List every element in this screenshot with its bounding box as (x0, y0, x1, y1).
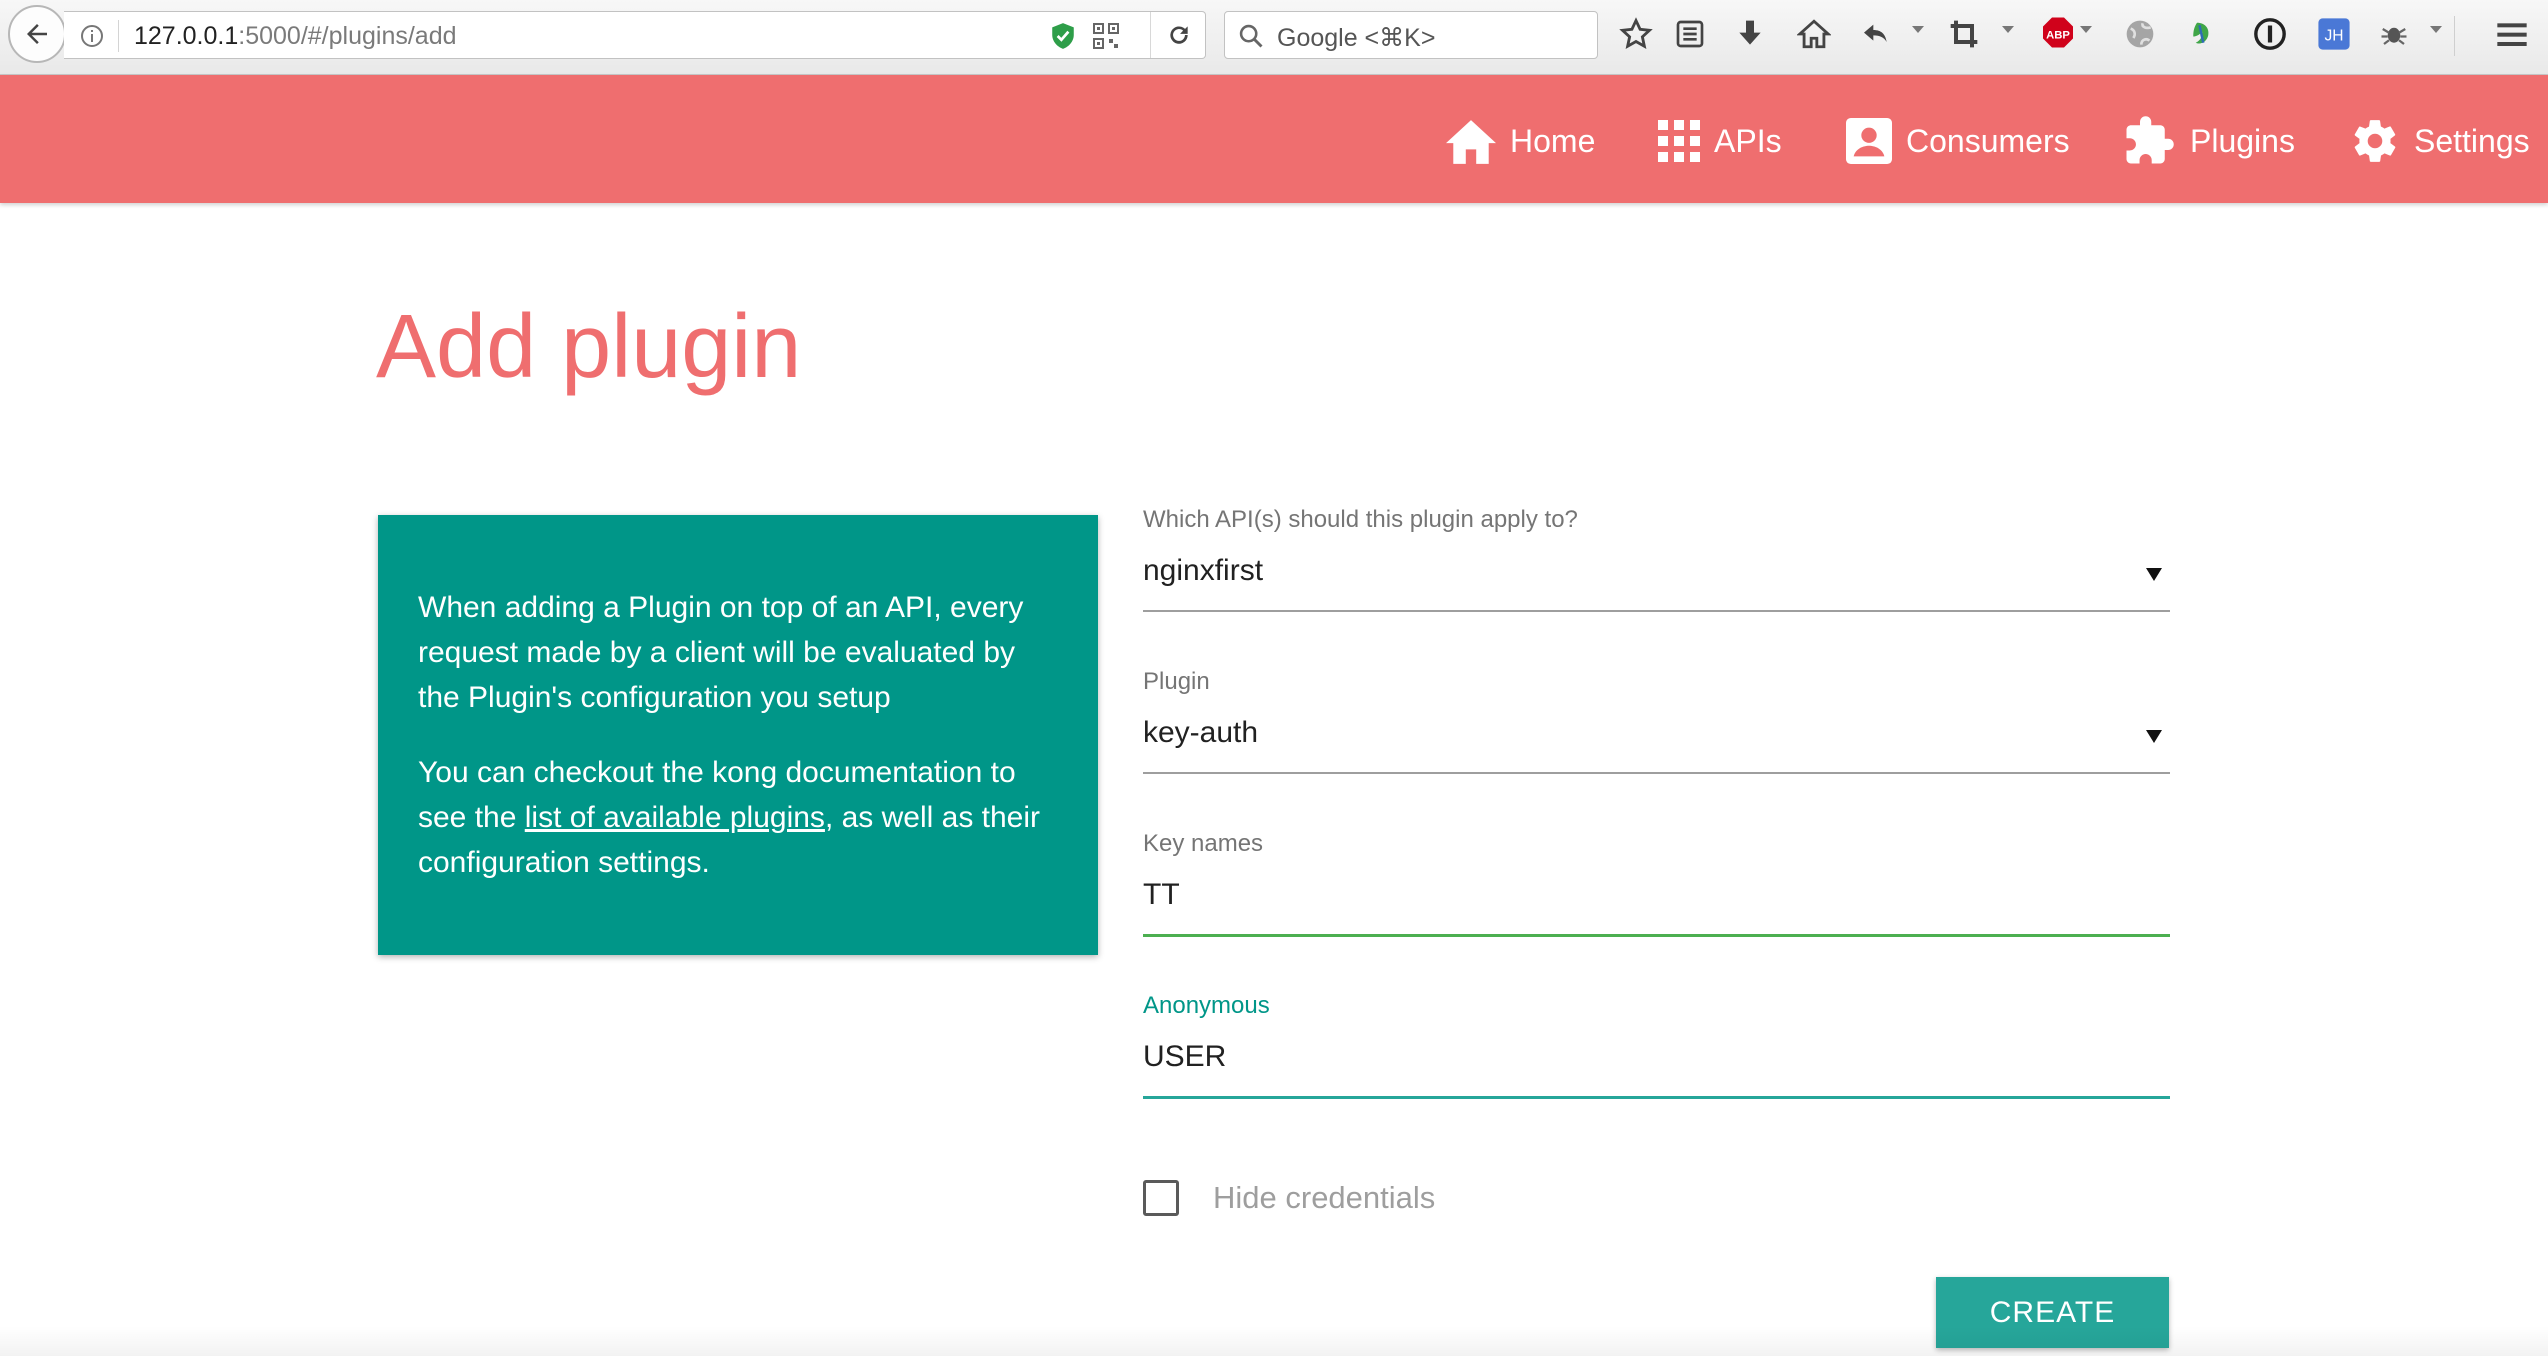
anonymous-label: Anonymous (1143, 992, 1270, 1019)
download-icon[interactable] (1730, 14, 1770, 54)
search-placeholder: Google <⌘K> (1277, 24, 1436, 52)
info-card: When adding a Plugin on top of an API, e… (378, 515, 1098, 955)
hide-credentials-checkbox[interactable] (1143, 1180, 1179, 1216)
back-arrow-icon (27, 24, 47, 44)
url-separator (118, 20, 119, 52)
reload-icon (1170, 26, 1188, 44)
crop-icon[interactable] (1944, 14, 1984, 54)
jh-extension-icon[interactable]: JH (2314, 14, 2354, 54)
search-icon (1239, 24, 1263, 48)
browser-toolbar: 127.0.0.1:5000/#/plugins/add Google <⌘K> (0, 0, 2548, 75)
nav-plugins[interactable]: Plugins (2122, 113, 2295, 169)
plugin-select-value[interactable]: key-auth (1143, 716, 1258, 750)
key-names-label: Key names (1143, 830, 1264, 857)
menu-icon[interactable] (2492, 14, 2532, 54)
undo-icon[interactable] (1856, 14, 1896, 54)
nav-apis[interactable]: APIs (1658, 113, 1782, 169)
nav-plugins-label: Plugins (2190, 122, 2295, 159)
home-icon[interactable] (1794, 14, 1834, 54)
page-bottom-shade (0, 1326, 2548, 1356)
nav-apis-label: APIs (1714, 122, 1782, 159)
back-button[interactable] (8, 5, 66, 63)
reading-list-icon[interactable] (1670, 14, 1710, 54)
api-select-label: Which API(s) should this plugin apply to… (1143, 506, 1578, 533)
plugin-select-label: Plugin (1143, 668, 1210, 695)
globe-icon[interactable] (2120, 14, 2160, 54)
nav-settings-label: Settings (2414, 122, 2530, 159)
api-select-value[interactable]: nginxfirst (1143, 554, 1263, 588)
reload-button[interactable] (1150, 12, 1207, 58)
gear-icon (2354, 120, 2396, 162)
bug-icon[interactable] (2374, 14, 2414, 54)
url-text[interactable]: 127.0.0.1:5000/#/plugins/add (134, 22, 457, 51)
info-paragraph-1: When adding a Plugin on top of an API, e… (418, 591, 1024, 714)
grid-icon (1658, 120, 1700, 162)
password-icon[interactable] (2250, 14, 2290, 54)
shield-icon[interactable] (1050, 22, 1076, 50)
anonymous-underline (1143, 1096, 2170, 1099)
adblock-icon[interactable]: ABP (2038, 14, 2078, 54)
anonymous-field[interactable]: Anonymous USER (1143, 992, 2170, 1112)
info-paragraph-2: You can checkout the kong documentation … (418, 750, 1060, 885)
key-names-input[interactable]: TT (1143, 878, 1180, 912)
nav-home[interactable]: Home (1446, 113, 1595, 169)
undo-menu-icon[interactable] (1912, 26, 1924, 33)
hide-credentials-label[interactable]: Hide credentials (1213, 1180, 1435, 1216)
page-title: Add plugin (376, 297, 802, 397)
nav-consumers-label: Consumers (1906, 122, 2070, 159)
nav-settings[interactable]: Settings (2350, 113, 2530, 169)
qr-code-icon[interactable] (1092, 22, 1120, 50)
crop-menu-icon[interactable] (2002, 26, 2014, 33)
key-names-field[interactable]: Key names TT (1143, 830, 2170, 950)
search-bar[interactable]: Google <⌘K> (1224, 11, 1598, 59)
plugin-select-underline (1143, 772, 2170, 774)
url-bar[interactable]: 127.0.0.1:5000/#/plugins/add (64, 11, 1206, 59)
hide-credentials-row[interactable]: Hide credentials (1143, 1176, 1435, 1220)
leaf-icon[interactable] (2182, 14, 2222, 54)
anonymous-input[interactable]: USER (1143, 1040, 1226, 1074)
dropdown-arrow-icon[interactable] (2146, 568, 2162, 581)
available-plugins-link[interactable]: list of available plugins (525, 801, 825, 834)
adblock-menu-icon[interactable] (2080, 26, 2092, 33)
toolbar-divider (2454, 16, 2455, 56)
dropdown-arrow-icon[interactable] (2146, 730, 2162, 743)
nav-consumers[interactable]: Consumers (1846, 113, 2070, 169)
plugin-select-field[interactable]: Plugin key-auth (1143, 668, 2170, 788)
person-icon (1846, 118, 1892, 164)
app-header: Home APIs Consumers Plugins Settings (0, 75, 2548, 203)
puzzle-icon (2126, 116, 2174, 164)
info-icon[interactable] (80, 24, 104, 48)
key-names-underline (1143, 934, 2170, 937)
svg-text:JH: JH (2324, 27, 2343, 44)
bug-menu-icon[interactable] (2430, 26, 2442, 33)
bookmark-star-icon[interactable] (1616, 14, 1656, 54)
home-icon (1446, 120, 1496, 164)
api-select-underline (1143, 610, 2170, 612)
svg-text:ABP: ABP (2046, 30, 2070, 42)
api-select-field[interactable]: Which API(s) should this plugin apply to… (1143, 506, 2170, 626)
nav-home-label: Home (1510, 122, 1596, 159)
